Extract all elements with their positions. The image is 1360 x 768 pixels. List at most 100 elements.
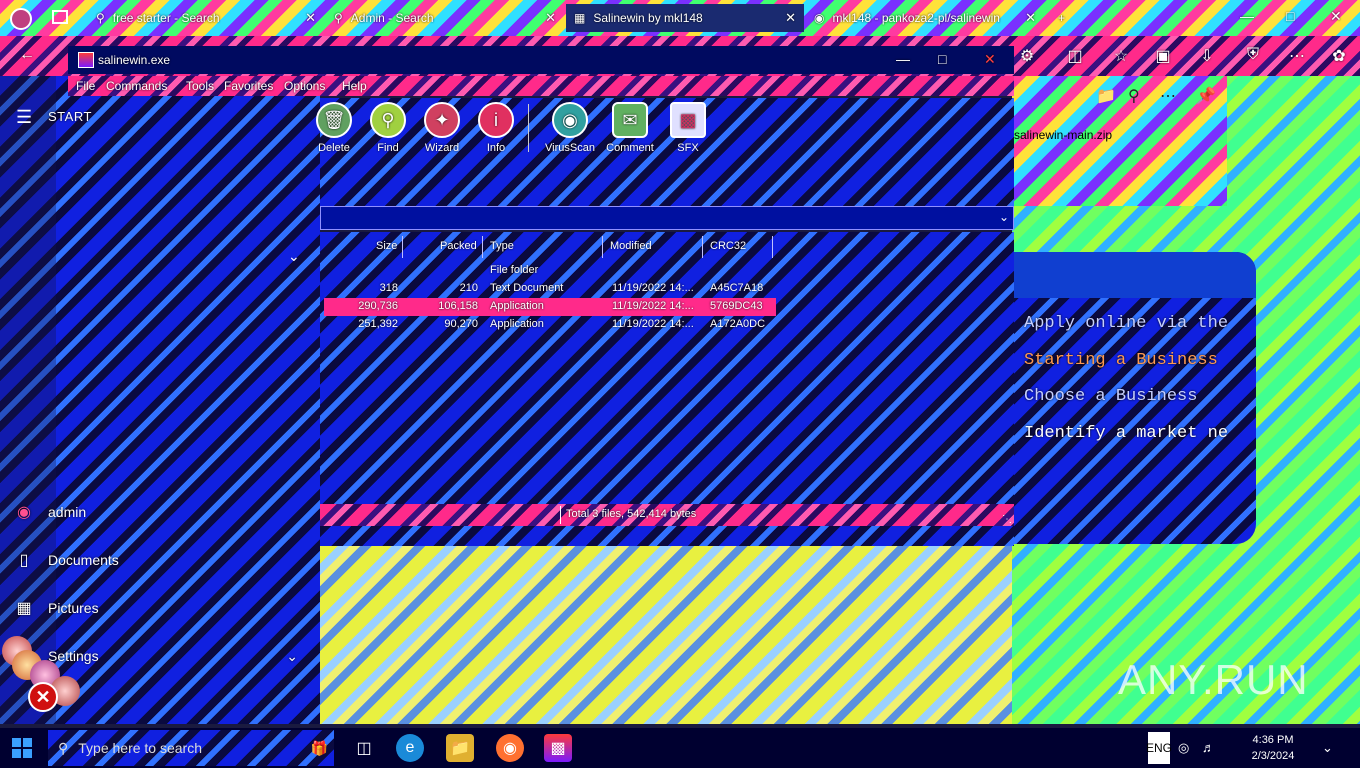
firefox-icon[interactable]: ◉ — [496, 734, 524, 762]
chevron-down-icon[interactable]: ⌄ — [999, 210, 1009, 224]
taskbar: ⚲ Type here to search 🎁 ◫ e 📁 ◉ ▩ ENG ◎ … — [0, 728, 1360, 768]
copilot-icon[interactable]: ✿ — [1328, 46, 1350, 68]
column-header-crc32[interactable]: CRC32 — [710, 240, 746, 252]
input-language-indicator[interactable]: ENG — [1146, 732, 1172, 764]
clock[interactable]: 4:36 PM 2/3/2024 — [1240, 732, 1306, 764]
search-icon: ⚲ — [58, 739, 69, 756]
close-icon[interactable]: ✕ — [545, 10, 556, 26]
comment-button[interactable]: ✉ Comment — [598, 102, 662, 154]
close-icon[interactable]: ✕ — [785, 10, 796, 26]
windows-start-button[interactable] — [12, 738, 32, 758]
menu-options[interactable]: Options — [284, 79, 325, 93]
tool-label: Delete — [318, 142, 350, 154]
menu-tools[interactable]: Tools — [186, 79, 214, 93]
virusscan-icon: ◉ — [552, 102, 588, 138]
column-header-type[interactable]: Type — [490, 240, 514, 252]
volume-icon[interactable]: ♬ — [1202, 740, 1215, 755]
winrar-app-icon — [78, 52, 94, 68]
workspaces-icon[interactable] — [52, 10, 68, 24]
winrar-titlebar[interactable]: salinewin.exe — □ ✕ — [68, 46, 1014, 74]
taskbar-search[interactable]: ⚲ Type here to search 🎁 — [48, 730, 334, 766]
profile-icon[interactable] — [10, 8, 32, 30]
path-dropdown[interactable]: ⌄ — [320, 206, 1014, 230]
task-view-icon[interactable]: ◫ — [350, 734, 378, 762]
maximize-icon[interactable]: □ — [938, 51, 946, 67]
info-button[interactable]: i Info — [464, 102, 528, 154]
notifications-icon[interactable]: ⌄ — [1322, 740, 1333, 756]
file-explorer-icon[interactable]: 📁 — [446, 734, 474, 762]
info-icon: i — [478, 102, 514, 138]
close-icon[interactable]: ✕ — [305, 10, 316, 26]
favorites-icon[interactable]: ☆ — [1110, 46, 1132, 68]
tool-label: VirusScan — [545, 142, 595, 154]
column-header-packed[interactable]: Packed — [440, 240, 477, 252]
column-divider[interactable] — [602, 236, 603, 258]
column-header-modified[interactable]: Modified — [610, 240, 652, 252]
new-tab-button[interactable]: + — [1050, 4, 1080, 32]
menu-help[interactable]: Help — [342, 79, 367, 93]
download-filename[interactable]: salinewin-main.zip — [1014, 128, 1112, 142]
edge-icon[interactable]: e — [396, 734, 424, 762]
cell-packed: 106,158 — [438, 300, 478, 312]
start-item-pictures[interactable]: ▦ Pictures — [0, 588, 320, 628]
start-item-documents[interactable]: ▯ Documents — [0, 540, 320, 580]
column-divider[interactable] — [702, 236, 703, 258]
article-line[interactable]: Starting a Business — [1024, 351, 1218, 370]
comment-icon: ✉ — [612, 102, 648, 138]
security-icon[interactable]: ⛨ — [1242, 46, 1264, 68]
window-title: salinewin.exe — [98, 53, 171, 67]
tab-1[interactable]: ⚲ Admin - Search ✕ — [326, 4, 564, 32]
sfx-icon: ▩ — [670, 102, 706, 138]
pin-icon[interactable]: 📌 — [1196, 86, 1216, 106]
search-icon: ⚲ — [96, 11, 105, 25]
table-row[interactable]: 318 210 Text Document 11/19/2022 14:... … — [324, 280, 776, 298]
table-row[interactable]: 290,736 106,158 Application 11/19/2022 1… — [324, 298, 776, 316]
extension-icon[interactable]: ⚙ — [1016, 46, 1038, 68]
split-screen-icon[interactable]: ◫ — [1064, 46, 1086, 68]
download-icon[interactable]: ⇩ — [1196, 46, 1218, 68]
image-icon: ▦ — [574, 11, 586, 25]
column-divider[interactable] — [772, 236, 773, 258]
tool-label: Info — [486, 142, 506, 154]
cell-size: 251,392 — [358, 318, 398, 330]
collections-icon[interactable]: ▣ — [1152, 46, 1174, 68]
more-icon[interactable]: ⋯ — [1160, 86, 1176, 106]
tab-3[interactable]: ◉ mkl148 - pankoza2-pl/salinewin ✕ — [806, 4, 1044, 32]
tab-label: mkl148 - pankoza2-pl/salinewin — [832, 11, 1000, 25]
column-divider[interactable] — [402, 236, 403, 258]
cell-type: Application — [490, 318, 544, 330]
minimize-icon[interactable]: — — [896, 51, 910, 67]
close-icon[interactable]: ✕ — [984, 51, 996, 68]
table-row[interactable]: 251,392 90,270 Application 11/19/2022 14… — [324, 316, 776, 334]
menu-file[interactable]: File — [76, 79, 95, 93]
column-divider[interactable] — [482, 236, 483, 258]
close-icon[interactable]: ✕ — [1330, 8, 1342, 25]
clock-time: 4:36 PM — [1252, 734, 1294, 746]
sfx-button[interactable]: ▩ SFX — [656, 102, 720, 154]
cell-size: 290,736 — [358, 300, 398, 312]
search-placeholder: Type here to search — [78, 740, 203, 756]
network-icon[interactable]: ◎ — [1178, 740, 1189, 756]
more-icon[interactable]: ⋯ — [1286, 46, 1308, 68]
status-divider — [560, 506, 561, 524]
folder-icon[interactable]: 📁 — [1096, 86, 1116, 106]
menu-favorites[interactable]: Favorites — [224, 79, 273, 93]
minimize-icon[interactable]: — — [1240, 8, 1254, 24]
user-icon: ◉ — [17, 504, 31, 521]
cell-size: 318 — [379, 282, 398, 294]
tab-2[interactable]: ▦ Salinewin by mkl148 ✕ — [566, 4, 804, 32]
menu-commands[interactable]: Commands — [106, 79, 167, 93]
cell-crc32: A45C7A18 — [710, 282, 764, 294]
winrar-icon[interactable]: ▩ — [544, 734, 572, 762]
search-icon[interactable]: ⚲ — [1128, 86, 1140, 106]
back-arrow-icon[interactable]: ← — [16, 46, 38, 68]
column-header-size[interactable]: Size — [376, 240, 397, 252]
virusscan-button[interactable]: ◉ VirusScan — [538, 102, 602, 154]
maximize-icon[interactable]: □ — [1286, 8, 1294, 24]
close-icon[interactable]: ✕ — [1025, 10, 1036, 26]
hamburger-icon[interactable]: ☰ — [16, 107, 32, 128]
resize-grip-icon[interactable]: ⋱ — [1002, 514, 1012, 525]
table-row[interactable]: File folder — [324, 262, 776, 280]
tab-0[interactable]: ⚲ free starter - Search ✕ — [88, 4, 324, 32]
winrar-toolbar: 🗑 Delete ⚲ Find ✦ Wizard i Info ◉ VirusS… — [316, 98, 1014, 206]
